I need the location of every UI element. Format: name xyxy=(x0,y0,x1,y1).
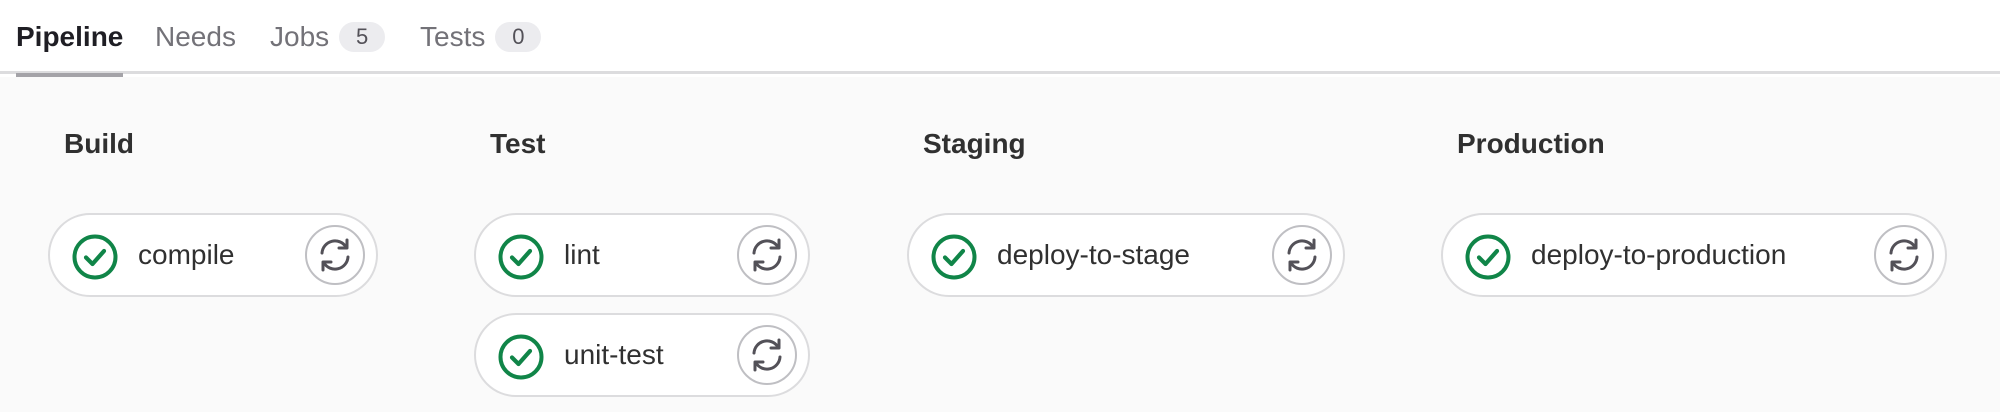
stage-title: Staging xyxy=(923,128,1026,159)
pipeline-tabs: Pipeline Needs Jobs 5 Tests 0 xyxy=(0,0,2000,77)
job-name: lint xyxy=(564,239,600,270)
stage-title: Test xyxy=(490,128,546,159)
retry-icon xyxy=(752,238,782,272)
tab-label: Jobs xyxy=(270,21,330,52)
stage-title: Production xyxy=(1457,128,1605,159)
tab-needs[interactable]: Needs xyxy=(155,0,236,74)
retry-button[interactable] xyxy=(737,225,797,285)
tab-label: Pipeline xyxy=(16,21,124,52)
tab-label: Needs xyxy=(155,21,236,52)
job-deploy-to-stage[interactable]: deploy-to-stage xyxy=(907,213,1345,297)
retry-icon xyxy=(1889,238,1919,272)
tab-tests[interactable]: Tests 0 xyxy=(420,0,542,74)
job-compile[interactable]: compile xyxy=(48,213,378,297)
retry-button[interactable] xyxy=(1874,225,1934,285)
job-name: deploy-to-production xyxy=(1531,239,1787,270)
retry-button[interactable] xyxy=(1272,225,1332,285)
tab-label: Tests xyxy=(420,21,486,52)
job-lint[interactable]: lint xyxy=(474,213,810,297)
retry-icon xyxy=(1287,238,1317,272)
job-name: compile xyxy=(138,239,235,270)
retry-button[interactable] xyxy=(737,325,797,385)
check-circle-icon xyxy=(72,234,118,280)
retry-icon xyxy=(320,238,350,272)
stage-title: Build xyxy=(64,128,134,159)
tab-count-badge: 5 xyxy=(339,22,386,52)
tab-count-badge: 0 xyxy=(495,22,542,52)
check-circle-icon xyxy=(931,234,977,280)
retry-icon xyxy=(752,338,782,372)
job-name: deploy-to-stage xyxy=(997,239,1191,270)
pipeline-graph: Build compile Test lint unit-test Stagin… xyxy=(0,77,2000,412)
retry-button[interactable] xyxy=(305,225,365,285)
job-deploy-to-production[interactable]: deploy-to-production xyxy=(1441,213,1947,297)
job-name: unit-test xyxy=(564,339,664,370)
check-circle-icon xyxy=(498,334,544,380)
tab-jobs[interactable]: Jobs 5 xyxy=(270,0,386,74)
job-unit-test[interactable]: unit-test xyxy=(474,313,810,397)
check-circle-icon xyxy=(498,234,544,280)
tab-pipeline[interactable]: Pipeline xyxy=(16,0,124,77)
check-circle-icon xyxy=(1465,234,1511,280)
